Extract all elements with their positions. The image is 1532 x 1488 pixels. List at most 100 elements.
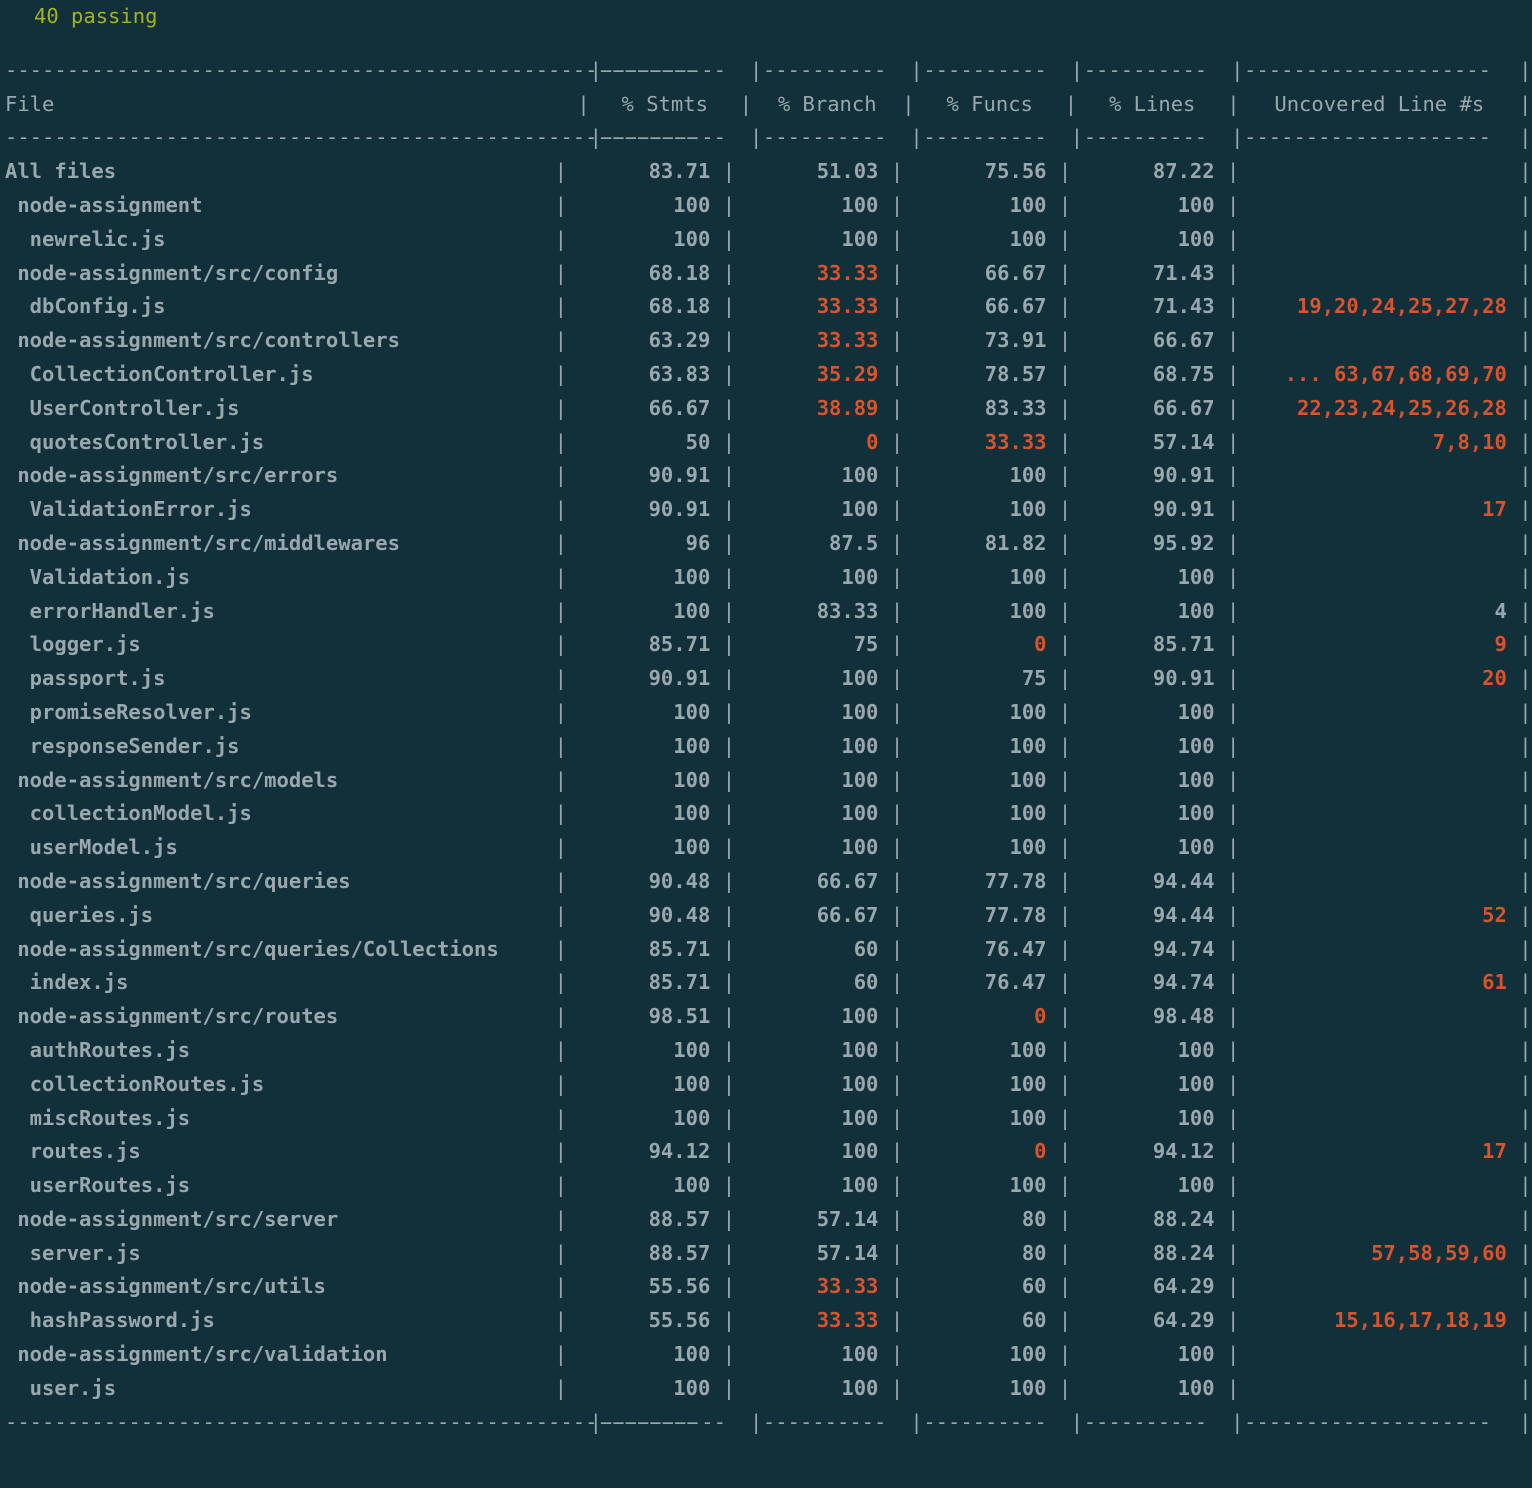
cell-separator: | — [1227, 226, 1240, 251]
cell-separator: | — [1227, 1375, 1240, 1400]
cell-separator: | — [554, 970, 567, 995]
table-row: miscRoutes.js | 100 | 100 | 100 | 100 | | — [5, 1102, 1532, 1136]
cell-stmts: 100 — [673, 767, 711, 792]
cell-lines: 100 — [1177, 1071, 1215, 1096]
cell-funcs: 60 — [1021, 1274, 1047, 1299]
cell-separator: | — [554, 159, 567, 184]
cell-file: hashPassword.js — [5, 1308, 215, 1333]
cell-stmts: 100 — [673, 1173, 711, 1198]
cell-funcs: 100 — [1009, 1375, 1047, 1400]
cell-lines: 57.14 — [1152, 429, 1215, 454]
cell-uncovered: 15,16,17,18,19 — [1334, 1308, 1507, 1333]
cell-separator: | — [554, 699, 567, 724]
cell-funcs: 100 — [1009, 1342, 1047, 1367]
cell-separator: | — [890, 429, 904, 454]
cell-file: ValidationError.js — [5, 497, 252, 522]
cell-separator: | — [890, 1139, 904, 1164]
cell-branch: 57.14 — [816, 1206, 879, 1231]
cell-separator: | — [1227, 192, 1240, 217]
cell-separator: | — [1058, 1342, 1072, 1367]
cell-separator: | — [1058, 970, 1072, 995]
cell-separator: | — [1227, 1105, 1240, 1130]
cell-separator: | — [1058, 1206, 1072, 1231]
cell-separator: | — [1058, 192, 1072, 217]
cell-file: All files — [5, 159, 117, 184]
column-header-lines: % Lines — [1108, 91, 1196, 116]
cell-separator: | — [554, 598, 567, 623]
table-row: userRoutes.js | 100 | 100 | 100 | 100 | | — [5, 1169, 1532, 1203]
cell-separator: | — [1058, 733, 1072, 758]
cell-separator: | — [1058, 1240, 1072, 1265]
cell-separator: | — [1227, 767, 1240, 792]
cell-lines: 64.29 — [1152, 1274, 1215, 1299]
cell-separator: | — [554, 835, 567, 860]
cell-separator: | — [890, 970, 904, 995]
cell-separator: | — [1519, 361, 1532, 386]
cell-stmts: 66.67 — [648, 395, 711, 420]
cell-separator: | — [1227, 1240, 1240, 1265]
cell-stmts: 100 — [673, 1037, 711, 1062]
cell-funcs: 81.82 — [984, 530, 1047, 555]
cell-separator: | — [1519, 1240, 1532, 1265]
cell-separator: | — [1519, 1206, 1532, 1231]
table-row: node-assignment/src/server | 88.57 | 57.14 | 8… — [5, 1203, 1532, 1237]
cell-lines: 100 — [1177, 1037, 1215, 1062]
rule-seg-lines: ---------- — [1083, 57, 1208, 82]
cell-funcs: 80 — [1021, 1240, 1047, 1265]
column-header-file: File — [5, 91, 55, 116]
cell-branch: 100 — [841, 463, 879, 488]
table-row: server.js | 88.57 | 57.14 | 80 | 88.24 | 57,58,59,… — [5, 1237, 1532, 1271]
cell-file: logger.js — [5, 632, 141, 657]
cell-stmts: 100 — [673, 192, 711, 217]
cell-separator: | — [890, 1240, 904, 1265]
cell-lines: 100 — [1177, 598, 1215, 623]
cell-separator: | — [1058, 598, 1072, 623]
cell-file: node-assignment/src/queries — [5, 868, 351, 893]
cell-separator: | — [554, 192, 567, 217]
cell-separator: | — [890, 530, 904, 555]
cell-separator: | — [1519, 868, 1532, 893]
table-header-row: File | % Stmts | % Branch | % Funcs | % … — [5, 88, 1532, 122]
cell-separator: | — [890, 226, 904, 251]
cell-separator: | — [1519, 1105, 1532, 1130]
column-header-stmts: % Stmts — [621, 91, 708, 116]
table-row: All files | 83.71 | 51.03 | 75.56 | 87.22 | | — [5, 155, 1532, 189]
cell-branch: 100 — [841, 226, 879, 251]
cell-separator: | — [1519, 260, 1532, 285]
cell-file: UserController.js — [5, 395, 240, 420]
table-row: dbConfig.js | 68.18 | 33.33 | 66.67 | 71.43 | 19,2… — [5, 290, 1532, 324]
table-row: quotesController.js | 50 | 0 | 33.33 | 57.14 | 7,8… — [5, 426, 1532, 460]
rule2-bar-2: | — [749, 125, 763, 150]
cell-branch: 57.14 — [816, 1240, 879, 1265]
cell-lines: 94.12 — [1152, 1139, 1215, 1164]
cell-file: authRoutes.js — [5, 1037, 191, 1062]
cell-stmts: 90.48 — [648, 902, 711, 927]
cell-branch: 60 — [853, 970, 879, 995]
cell-stmts: 63.29 — [648, 328, 711, 353]
cell-lines: 66.67 — [1152, 395, 1215, 420]
cell-funcs: 66.67 — [984, 294, 1047, 319]
cell-funcs: 83.33 — [984, 395, 1047, 420]
cell-separator: | — [1227, 835, 1240, 860]
cell-separator: | — [890, 497, 904, 522]
cell-branch: 66.67 — [816, 868, 879, 893]
cell-separator: | — [1058, 226, 1072, 251]
cell-separator: | — [554, 429, 567, 454]
cell-separator: | — [722, 564, 736, 589]
cell-separator: | — [722, 1037, 736, 1062]
table-row: queries.js | 90.48 | 66.67 | 77.78 | 94.44 | 52 | — [5, 899, 1532, 933]
cell-separator: | — [890, 294, 904, 319]
cell-separator: | — [554, 294, 567, 319]
cell-branch: 35.29 — [816, 361, 879, 386]
cell-stmts: 96 — [685, 530, 711, 555]
rule2-bar-5: | — [1231, 125, 1244, 150]
cell-separator: | — [890, 733, 904, 758]
cell-stmts: 90.91 — [648, 666, 711, 691]
cell-separator: | — [722, 1274, 736, 1299]
cell-stmts: 100 — [673, 801, 711, 826]
cell-lines: 88.24 — [1152, 1240, 1215, 1265]
cell-funcs: 100 — [1009, 699, 1047, 724]
cell-stmts: 85.71 — [648, 936, 711, 961]
cell-file: promiseResolver.js — [5, 699, 252, 724]
cell-separator: | — [1058, 463, 1072, 488]
